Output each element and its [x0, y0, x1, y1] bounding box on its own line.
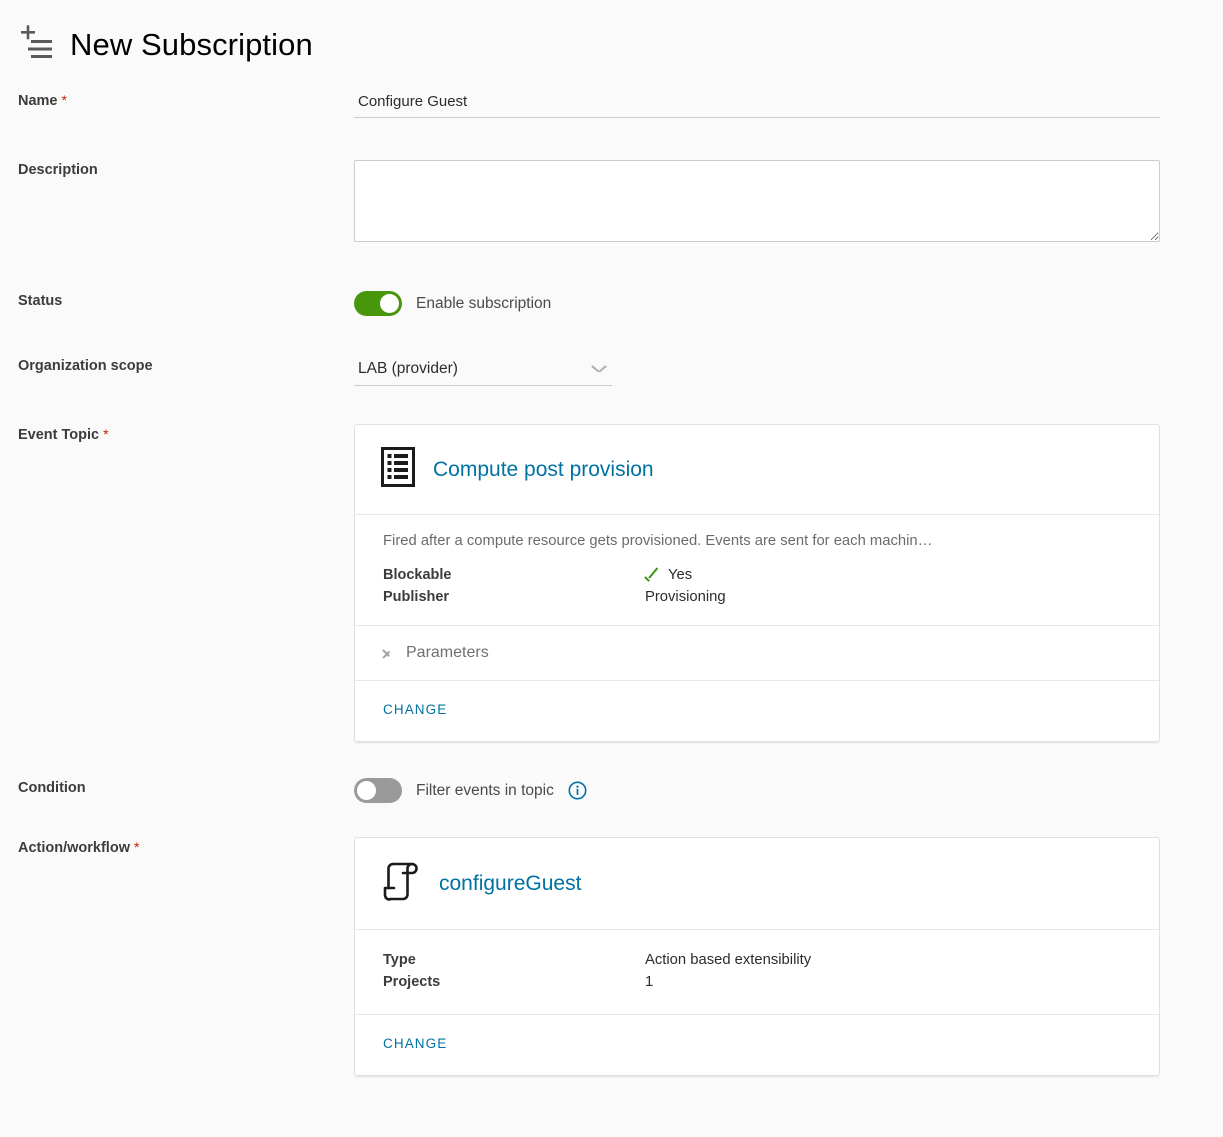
- action-workflow-card-header: configureGuest: [355, 838, 1159, 929]
- action-workflow-label: Action/workflow *: [18, 837, 354, 856]
- condition-row: Condition Filter events in topic: [0, 778, 1223, 803]
- parameters-label: Parameters: [406, 644, 489, 661]
- type-key: Type: [383, 952, 416, 968]
- detail-row-blockable: Blockable Yes: [383, 567, 1131, 583]
- event-topic-label: Event Topic *: [18, 424, 354, 443]
- filter-events-toggle[interactable]: [354, 778, 402, 803]
- blockable-value-wrap: Yes: [645, 567, 692, 583]
- projects-value: 1: [645, 974, 654, 990]
- event-topic-row: Event Topic * Compute post provision Fir…: [0, 424, 1223, 742]
- enable-subscription-label: Enable subscription: [416, 294, 552, 312]
- filter-events-label: Filter events in topic: [416, 781, 554, 799]
- script-scroll-icon: [381, 860, 421, 907]
- event-topic-details: Fired after a compute resource gets prov…: [355, 515, 1159, 625]
- event-topic-card-header: Compute post provision: [355, 425, 1159, 514]
- enable-subscription-toggle[interactable]: [354, 291, 402, 316]
- event-topic-required-marker: *: [103, 426, 109, 442]
- detail-row-publisher: Publisher Provisioning: [383, 589, 1131, 605]
- new-subscription-page: New Subscription Name* Description Statu…: [0, 0, 1223, 1137]
- name-label-text: Name: [18, 93, 58, 109]
- event-topic-card: Compute post provision Fired after a com…: [354, 424, 1160, 742]
- add-to-list-icon: [16, 24, 56, 64]
- publisher-key: Publisher: [383, 589, 450, 605]
- action-workflow-change-button[interactable]: CHANGE: [383, 1036, 447, 1051]
- action-workflow-actions: CHANGE: [355, 1015, 1159, 1075]
- parameters-expander[interactable]: Parameters: [355, 626, 1159, 680]
- organization-scope-label: Organization scope: [18, 358, 153, 374]
- status-row: Status Enable subscription: [0, 291, 1223, 316]
- type-value: Action based extensibility: [645, 952, 812, 968]
- name-input[interactable]: [354, 90, 1160, 118]
- name-required-marker: *: [61, 92, 67, 108]
- chevron-right-icon: [383, 646, 392, 661]
- document-list-icon: [381, 447, 415, 492]
- action-workflow-required-marker: *: [133, 839, 140, 855]
- name-label: Name *: [18, 90, 354, 109]
- description-row: Description: [0, 160, 1223, 247]
- action-workflow-details: Type Action based extensibility Projects…: [355, 930, 1159, 1014]
- blockable-key: Blockable: [383, 567, 452, 583]
- event-topic-title-link[interactable]: Compute post provision: [433, 459, 654, 480]
- toggle-knob: [380, 294, 399, 313]
- publisher-value: Provisioning: [645, 589, 726, 605]
- toggle-knob: [357, 781, 376, 800]
- action-workflow-row: Action/workflow * configureGuest Type Ac…: [0, 837, 1223, 1076]
- projects-key: Projects: [383, 974, 441, 990]
- organization-scope-row: Organization scope LAB (provider): [0, 356, 1223, 386]
- detail-row-type: Type Action based extensibility: [383, 952, 1131, 968]
- action-workflow-card: configureGuest Type Action based extensi…: [354, 837, 1160, 1076]
- action-workflow-title-link[interactable]: configureGuest: [439, 873, 581, 894]
- event-topic-description: Fired after a compute resource gets prov…: [383, 533, 933, 549]
- name-row: Name *: [0, 90, 1223, 118]
- description-label: Description: [18, 162, 98, 178]
- description-textarea[interactable]: [354, 160, 1160, 242]
- page-header: New Subscription: [0, 0, 1223, 68]
- condition-label: Condition: [18, 780, 86, 796]
- page-title: New Subscription: [70, 26, 313, 62]
- organization-scope-value: LAB (provider): [358, 359, 458, 377]
- organization-scope-select[interactable]: LAB (provider): [354, 356, 612, 386]
- event-topic-change-button[interactable]: CHANGE: [383, 702, 447, 717]
- status-label: Status: [18, 293, 63, 309]
- event-topic-label-text: Event Topic: [18, 427, 100, 443]
- info-circle-icon[interactable]: [568, 781, 587, 800]
- chevron-down-icon: [592, 364, 606, 373]
- action-workflow-label-text: Action/workflow: [18, 840, 130, 856]
- check-icon: [645, 570, 660, 580]
- blockable-value: Yes: [668, 567, 693, 583]
- detail-row-projects: Projects 1: [383, 974, 1131, 990]
- event-topic-actions: CHANGE: [355, 681, 1159, 741]
